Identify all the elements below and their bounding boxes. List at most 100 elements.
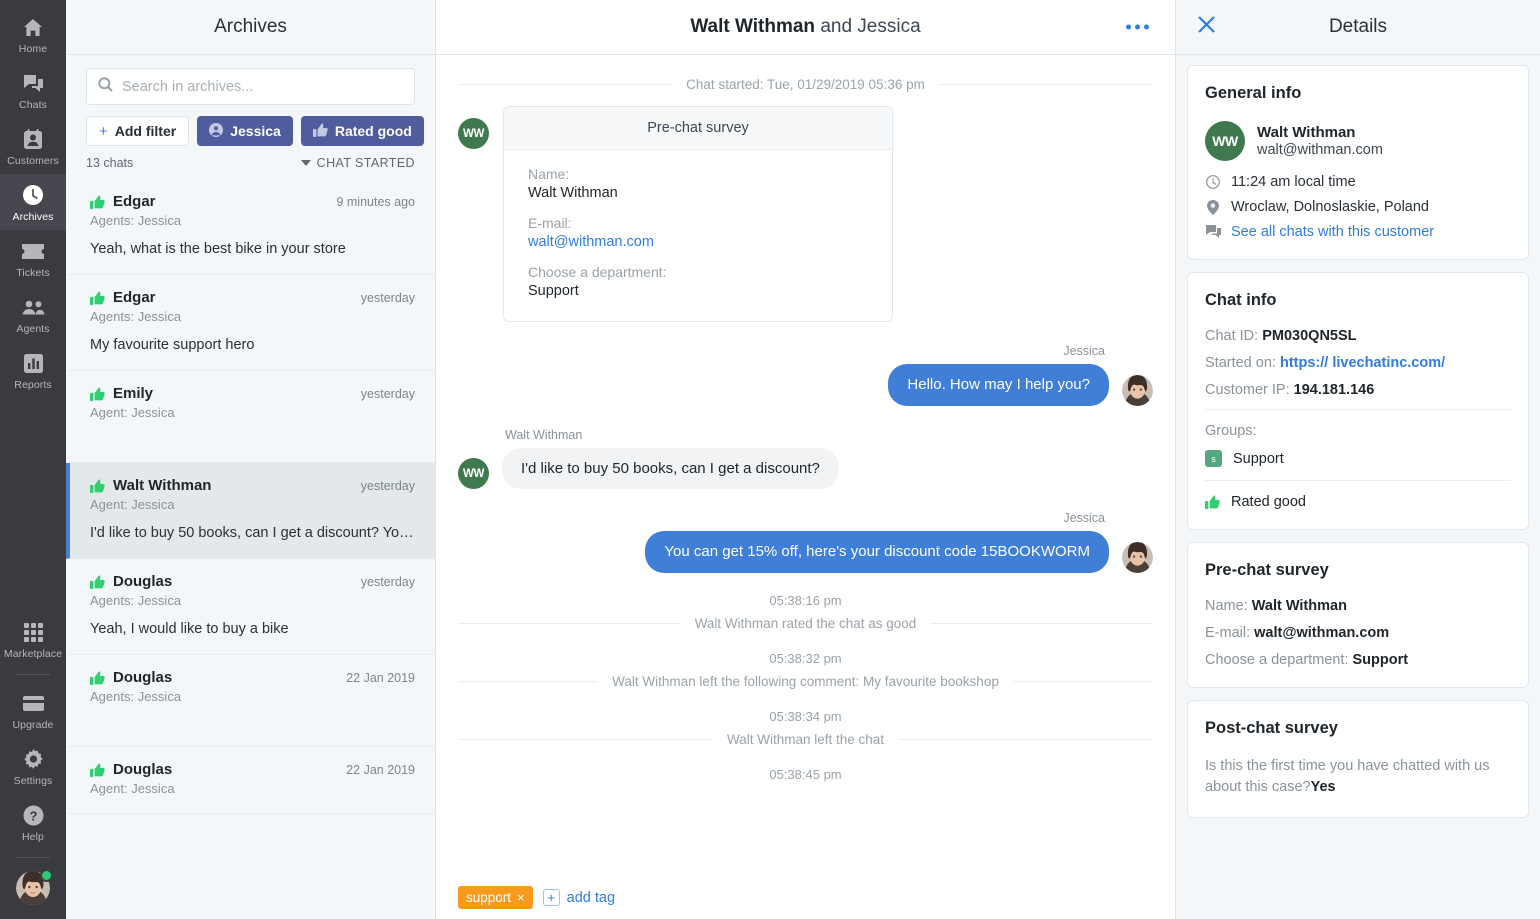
clock-icon xyxy=(1205,175,1221,189)
agents-icon xyxy=(20,295,46,319)
chat-info-divider-2 xyxy=(1205,480,1511,481)
system-event-1: 05:38:16 pm Walt Withman rated the chat … xyxy=(458,593,1153,631)
list-item-agent: Agent: Jessica xyxy=(90,497,175,512)
card-icon xyxy=(20,691,46,715)
thumb-up-icon xyxy=(90,195,105,209)
filter-chip-rating-label: Rated good xyxy=(334,123,412,139)
list-item-name-wrap: Douglas xyxy=(90,573,172,590)
survey-email-value[interactable]: walt@withman.com xyxy=(528,234,868,250)
list-item-name: Edgar xyxy=(113,193,156,210)
sidebar-item-archives[interactable]: Archives xyxy=(0,174,66,230)
chat-list[interactable]: Edgar 9 minutes ago Agents: Jessica Yeah… xyxy=(66,179,435,919)
pre-chat-survey-body: Name: Walt Withman E-mail: walt@withman.… xyxy=(504,150,892,321)
thumb-up-icon xyxy=(1205,495,1220,509)
sidebar-label-upgrade: Upgrade xyxy=(12,719,54,731)
pre-chat-email-row: E-mail: walt@withman.com xyxy=(1205,625,1511,641)
chat-info-title: Chat info xyxy=(1205,291,1277,309)
thumb-up-icon xyxy=(90,291,105,305)
list-item-top: Walt Withman yesterday xyxy=(90,477,415,494)
system-event-4: 05:38:45 pm xyxy=(458,767,1153,782)
archives-filters: + Add filter Jessica Rated good xyxy=(66,55,435,146)
add-filter-button[interactable]: + Add filter xyxy=(86,116,190,146)
list-item-name: Emily xyxy=(113,385,154,402)
message-line: Hello. How may I help you? xyxy=(888,364,1153,406)
add-tag-button[interactable]: + add tag xyxy=(542,889,615,906)
survey-email-label: E-mail: xyxy=(528,215,572,231)
online-status-dot xyxy=(40,869,53,882)
plus-icon: + xyxy=(542,889,560,906)
list-item-name: Walt Withman xyxy=(113,477,212,494)
list-item[interactable]: Douglas yesterday Agents: Jessica Yeah, … xyxy=(66,559,435,655)
filter-chip-agent-label: Jessica xyxy=(230,123,281,139)
thumb-up-icon xyxy=(90,763,105,777)
sidebar-item-customers[interactable]: Customers xyxy=(0,118,66,174)
plus-icon: + xyxy=(99,122,108,140)
see-all-chats-link[interactable]: See all chats with this customer xyxy=(1205,224,1511,240)
sidebar-item-tickets[interactable]: Tickets xyxy=(0,230,66,286)
list-item[interactable]: Emily yesterday Agent: Jessica xyxy=(66,371,435,463)
sidebar-item-settings[interactable]: Settings xyxy=(0,738,66,794)
sidebar-item-upgrade[interactable]: Upgrade xyxy=(0,682,66,738)
pre-chat-survey-details-title: Pre-chat survey xyxy=(1205,561,1329,579)
message-author: Walt Withman xyxy=(505,427,583,442)
customers-icon xyxy=(20,127,46,151)
add-filter-label: Add filter xyxy=(114,123,177,139)
event-time: 05:38:34 pm xyxy=(769,708,842,724)
list-item-selected[interactable]: Walt Withman yesterday Agent: Jessica I'… xyxy=(66,463,435,559)
list-item[interactable]: Douglas 22 Jan 2019 Agent: Jessica xyxy=(66,747,435,814)
sidebar-item-agents[interactable]: Agents xyxy=(0,286,66,342)
gear-icon xyxy=(20,747,46,771)
chat-info-card: Chat info Chat ID: PM030QN5SL Started on… xyxy=(1187,272,1529,530)
sidebar-item-reports[interactable]: Reports xyxy=(0,342,66,398)
sort-control[interactable]: CHAT STARTED xyxy=(300,156,415,170)
survey-dept-label: Choose a department: xyxy=(528,264,667,280)
sidebar-item-chats[interactable]: Chats xyxy=(0,62,66,118)
filter-chip-agent[interactable]: Jessica xyxy=(197,116,293,146)
search-input[interactable] xyxy=(122,78,403,95)
system-event-3: 05:38:34 pm Walt Withman left the chat xyxy=(458,709,1153,747)
more-options-icon[interactable] xyxy=(1120,19,1155,36)
archives-list-meta: 13 chats CHAT STARTED xyxy=(66,146,435,179)
sidebar-label-settings: Settings xyxy=(13,775,53,787)
agent-avatar xyxy=(1122,374,1153,406)
sidebar-item-marketplace[interactable]: Marketplace xyxy=(0,611,66,667)
list-item-top: Edgar yesterday xyxy=(90,289,415,306)
post-chat-survey-title: Post-chat survey xyxy=(1205,719,1338,737)
thumb-up-icon xyxy=(90,671,105,685)
list-item[interactable]: Douglas 22 Jan 2019 Agents: Jessica xyxy=(66,655,435,747)
event-divider: Walt Withman left the chat xyxy=(458,732,1153,747)
message-bubble: I'd like to buy 50 books, can I get a di… xyxy=(502,447,839,489)
list-item[interactable]: Edgar 9 minutes ago Agents: Jessica Yeah… xyxy=(66,179,435,275)
list-item-name: Edgar xyxy=(113,289,156,306)
list-item-name-wrap: Douglas xyxy=(90,669,172,686)
location-pin-icon xyxy=(1205,199,1221,215)
tag-support[interactable]: support × xyxy=(458,886,533,909)
agent-avatar[interactable] xyxy=(16,869,53,905)
reports-icon xyxy=(20,351,46,375)
list-item-top: Douglas 22 Jan 2019 xyxy=(90,761,415,778)
customer-identity: Walt Withman walt@withman.com xyxy=(1257,124,1383,158)
list-item[interactable]: Edgar yesterday Agents: Jessica My favou… xyxy=(66,275,435,371)
started-on-link[interactable]: https:// livechatinc.com/ xyxy=(1280,355,1445,371)
list-item-top: Douglas 22 Jan 2019 xyxy=(90,669,415,686)
local-time-value: 11:24 am local time xyxy=(1231,174,1356,190)
search-box[interactable] xyxy=(86,68,415,105)
list-item-name-wrap: Emily xyxy=(90,385,153,402)
close-icon[interactable] xyxy=(1192,10,1221,44)
list-item-agent: Agents: Jessica xyxy=(90,309,182,324)
sidebar-item-help[interactable]: ? Help xyxy=(0,794,66,850)
event-time: 05:38:16 pm xyxy=(769,592,842,608)
sidebar-divider-1 xyxy=(16,674,50,675)
group-row: s Support xyxy=(1205,450,1511,467)
close-icon[interactable]: × xyxy=(517,890,525,905)
pre-chat-name-label: Name: xyxy=(1205,598,1248,614)
filter-chip-rating[interactable]: Rated good xyxy=(300,116,424,146)
details-title: Details xyxy=(1328,16,1388,37)
post-chat-answer: Yes xyxy=(1310,779,1336,796)
sidebar-item-home[interactable]: Home xyxy=(0,6,66,62)
system-event-2: 05:38:32 pm Walt Withman left the follow… xyxy=(458,651,1154,689)
event-text: Walt Withman left the following comment:… xyxy=(612,673,999,689)
sidebar-label-customers: Customers xyxy=(7,155,59,167)
list-item-top: Emily yesterday xyxy=(90,385,415,402)
survey-name-value: Walt Withman xyxy=(528,185,618,201)
